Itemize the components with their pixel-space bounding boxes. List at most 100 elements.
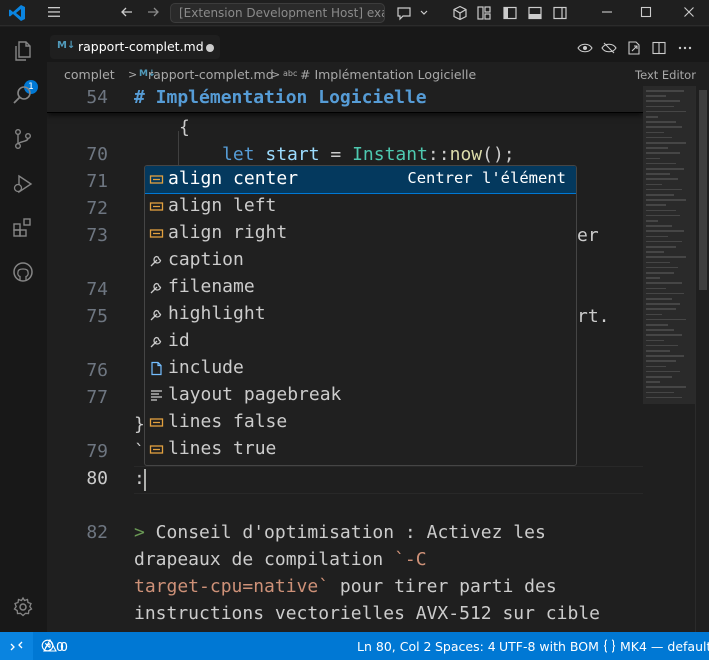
suggestion-item[interactable]: align center Centrer l'élément (145, 166, 576, 194)
suggestion-item[interactable]: lines false (145, 409, 576, 436)
hamburger-menu-icon[interactable] (46, 4, 62, 20)
settings-gear-icon[interactable] (11, 595, 35, 619)
warning-count: 0 (60, 639, 68, 654)
copilot-chat-icon[interactable] (396, 5, 412, 21)
minimap-line (646, 313, 662, 316)
remote-indicator[interactable] (0, 632, 33, 660)
open-preview-to-side-icon[interactable] (626, 40, 642, 56)
source-control-icon[interactable] (11, 127, 35, 151)
command-center-search[interactable]: [Extension Development Host] exa... (170, 3, 385, 23)
suggestion-item[interactable]: caption (145, 247, 576, 274)
suggestion-label: id (168, 330, 190, 351)
customize-layout-icon[interactable] (476, 5, 492, 21)
suggestion-item[interactable]: include (145, 355, 576, 382)
suggestion-item[interactable]: align right (145, 220, 576, 247)
editor-tab-bar: M↓ rapport-complet.md (47, 27, 709, 62)
minimap-line (646, 194, 674, 196)
open-preview-icon[interactable] (577, 40, 593, 56)
snippet-icon (149, 175, 164, 184)
tab-rapport-complet[interactable]: M↓ rapport-complet.md (50, 35, 220, 59)
suggestion-label: filename (168, 276, 255, 297)
suggestion-item[interactable]: filename (145, 274, 576, 301)
minimap-line (646, 199, 686, 201)
wrench-icon (150, 336, 162, 348)
warnings-indicator[interactable]: 0 (43, 632, 73, 660)
chevron-right-icon: > (271, 68, 281, 81)
scrollbar-thumb[interactable] (699, 90, 707, 290)
code-line-75-tail: rt. (577, 306, 610, 327)
line-number: 72 (86, 198, 108, 219)
minimap-line (646, 188, 682, 191)
back-arrow-icon[interactable] (119, 4, 135, 20)
search-icon[interactable] (11, 83, 35, 107)
toggle-panel-icon[interactable] (527, 5, 543, 21)
more-actions-icon[interactable] (677, 40, 693, 56)
language-mode[interactable]: MK4 — default (620, 639, 709, 654)
text-icon (151, 390, 162, 401)
text-cursor (144, 469, 146, 491)
minimap-line (646, 365, 666, 368)
preview-eye-split-icon[interactable] (601, 40, 617, 56)
extensions-icon[interactable] (11, 216, 35, 240)
vertical-scrollbar[interactable] (695, 86, 709, 632)
minimap-line (646, 261, 670, 264)
minimap-line (646, 100, 680, 102)
breadcrumb-file[interactable]: rapport-complet.md (148, 67, 274, 82)
minimap-line (646, 360, 676, 362)
status-bar: 0 0 Ln 80, Col 2 Spaces: 4 UTF-8 with BO… (0, 632, 709, 660)
toggle-secondary-sidebar-icon[interactable] (552, 5, 568, 21)
minimap-line (646, 183, 662, 186)
suggestion-item[interactable]: id (145, 328, 576, 355)
close-window-icon[interactable] (681, 4, 697, 20)
minimap-line (646, 225, 672, 227)
snippet-icon (149, 229, 164, 238)
minimap-line (646, 251, 664, 253)
github-icon[interactable] (11, 260, 35, 284)
minimap-line (646, 157, 660, 160)
line-number: 70 (86, 144, 108, 165)
toggle-primary-sidebar-icon[interactable] (502, 5, 518, 21)
minimap-line (646, 214, 680, 217)
split-editor-icon[interactable] (651, 40, 667, 56)
minimap-line (646, 370, 680, 373)
run-and-debug-icon[interactable] (11, 172, 35, 196)
line-number: 75 (86, 306, 108, 327)
suggestion-item[interactable]: align left (145, 193, 576, 220)
minimap[interactable] (643, 86, 695, 632)
text-editor-label: Text Editor (635, 68, 696, 82)
suggest-widget[interactable]: align center Centrer l'élément align left a… (144, 165, 577, 466)
forward-arrow-icon[interactable] (145, 4, 161, 20)
minimap-line (646, 272, 674, 274)
minimap-line (646, 105, 674, 108)
minimap-line (646, 90, 684, 92)
indentation-setting[interactable]: Spaces: 4 (435, 639, 496, 654)
breadcrumb-symbol[interactable]: # Implémentation Logicielle (300, 67, 476, 82)
line-number: 71 (86, 171, 108, 192)
minimap-line (646, 204, 666, 206)
breadcrumb-folder[interactable]: complet (64, 67, 115, 82)
suggestion-item[interactable]: highlight (145, 301, 576, 328)
minimap-line (646, 173, 670, 175)
line-number-active: 80 (86, 468, 108, 489)
suggestion-item[interactable]: lines true (145, 436, 576, 463)
line-number: 74 (86, 279, 108, 300)
minimap-line (646, 168, 684, 170)
cursor-position[interactable]: Ln 80, Col 2 (357, 639, 432, 654)
snippet-icon (149, 445, 164, 454)
minimap-line (646, 246, 676, 248)
unsaved-dot-icon[interactable] (206, 44, 214, 52)
line-number: 77 (86, 387, 108, 408)
accounts-cube-icon[interactable] (452, 5, 468, 21)
warning-icon (43, 639, 57, 652)
file-encoding[interactable]: UTF-8 with BOM (499, 639, 599, 654)
minimap-line (646, 220, 658, 222)
minimap-line (646, 344, 678, 347)
minimize-window-icon[interactable] (599, 4, 615, 20)
sticky-scroll-header[interactable]: 54 # Implémentation Logicielle (47, 86, 643, 113)
chevron-down-icon[interactable] (419, 5, 429, 21)
minimap-line (646, 162, 676, 165)
maximize-window-icon[interactable] (638, 4, 654, 20)
suggestion-item[interactable]: layout pagebreak (145, 382, 576, 409)
wrench-icon (150, 309, 162, 321)
explorer-files-icon[interactable] (11, 39, 35, 63)
